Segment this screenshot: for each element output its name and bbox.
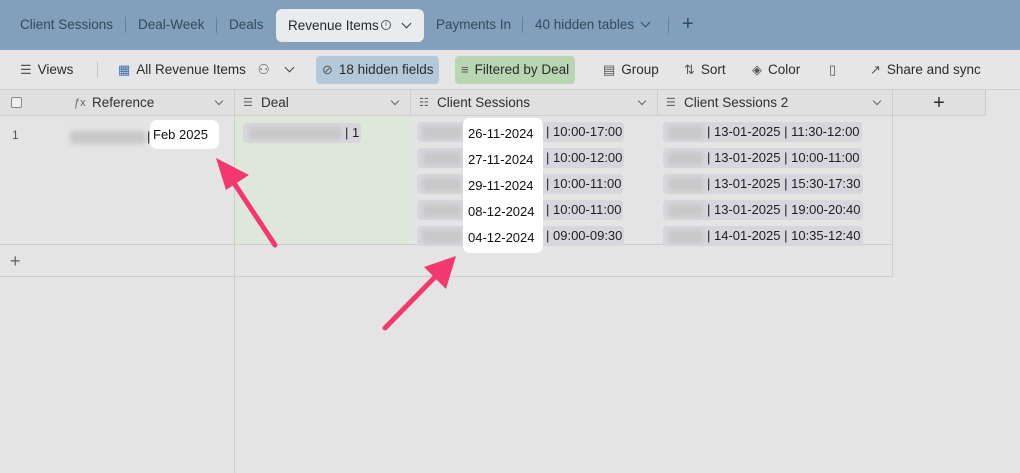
arrow-to-dates <box>382 256 456 331</box>
arrow-to-reference <box>216 158 278 248</box>
annotation-arrows <box>216 158 456 331</box>
